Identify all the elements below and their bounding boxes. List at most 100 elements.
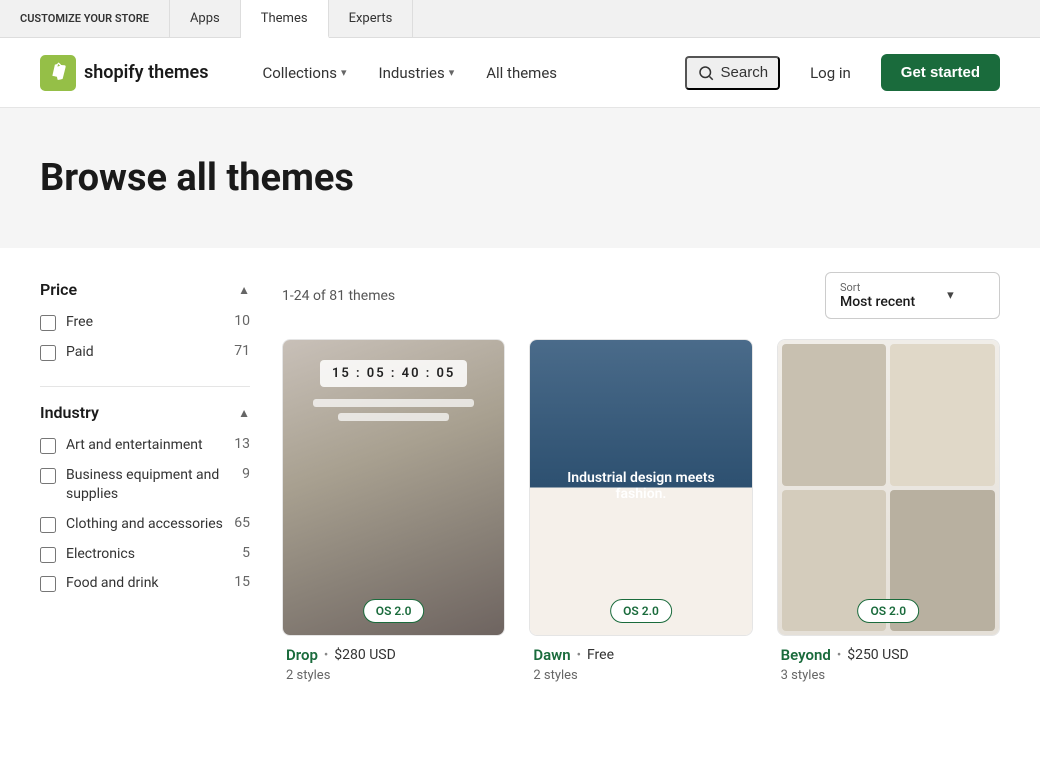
nav-industries[interactable]: Industries ▾ bbox=[365, 56, 469, 90]
theme-title-row-drop: Drop • $280 USD bbox=[286, 646, 501, 664]
industry-filter-header[interactable]: Industry ▲ bbox=[40, 403, 250, 422]
search-button[interactable]: Search bbox=[685, 56, 781, 90]
theme-image-drop: 15 : 05 : 40 : 05 bbox=[283, 340, 504, 635]
collections-chevron-icon: ▾ bbox=[341, 66, 347, 79]
dawn-content: Industrial design meets fashion. bbox=[530, 454, 751, 522]
nav-collections[interactable]: Collections ▾ bbox=[248, 56, 360, 90]
paid-checkbox[interactable] bbox=[40, 345, 56, 361]
filter-item-clothing[interactable]: Clothing and accessories 65 bbox=[40, 515, 250, 535]
filter-item-electronics[interactable]: Electronics 5 bbox=[40, 545, 250, 565]
electronics-checkbox[interactable] bbox=[40, 547, 56, 563]
theme-name-beyond[interactable]: Beyond bbox=[781, 646, 831, 664]
topbar-item-customize[interactable]: CUSTOMIZE YOUR STORE bbox=[0, 0, 170, 37]
sort-inner: Sort Most recent bbox=[840, 281, 915, 310]
food-count: 15 bbox=[234, 574, 250, 590]
theme-price-dawn: Free bbox=[587, 647, 614, 663]
sort-value: Most recent bbox=[840, 294, 915, 310]
timer-display: 15 : 05 : 40 : 05 bbox=[320, 360, 467, 387]
text-decoration-1 bbox=[313, 399, 474, 407]
login-button[interactable]: Log in bbox=[796, 56, 865, 90]
header-actions: Search Log in Get started bbox=[685, 54, 1000, 91]
business-checkbox[interactable] bbox=[40, 468, 56, 484]
theme-image-wrap-beyond: OS 2.0 bbox=[777, 339, 1000, 636]
dawn-tagline: Industrial design meets fashion. bbox=[546, 470, 735, 502]
hero-section: Browse all themes bbox=[0, 108, 1040, 248]
food-checkbox[interactable] bbox=[40, 576, 56, 592]
shopify-logo-icon bbox=[40, 55, 76, 91]
filter-item-food[interactable]: Food and drink 15 bbox=[40, 574, 250, 594]
clothing-checkbox[interactable] bbox=[40, 517, 56, 533]
site-header: shopify themes Collections ▾ Industries … bbox=[0, 38, 1040, 108]
sort-dropdown[interactable]: Sort Most recent ▾ bbox=[825, 272, 1000, 319]
sidebar-divider bbox=[40, 386, 250, 387]
topbar-item-themes[interactable]: Themes bbox=[241, 0, 329, 38]
page-title: Browse all themes bbox=[40, 156, 1000, 200]
sort-label: Sort bbox=[840, 281, 915, 294]
theme-title-row-beyond: Beyond • $250 USD bbox=[781, 646, 996, 664]
main-content: Price ▲ Free 10 Paid 71 Industry ▲ bbox=[0, 248, 1040, 711]
filter-item-free[interactable]: Free 10 bbox=[40, 313, 250, 333]
art-count: 13 bbox=[234, 436, 250, 452]
top-bar: CUSTOMIZE YOUR STORE Apps Themes Experts bbox=[0, 0, 1040, 38]
topbar-item-experts[interactable]: Experts bbox=[329, 0, 414, 37]
filter-item-business[interactable]: Business equipment and supplies 9 bbox=[40, 466, 250, 505]
main-nav: Collections ▾ Industries ▾ All themes bbox=[248, 56, 684, 90]
os-badge-dawn: OS 2.0 bbox=[610, 599, 672, 623]
theme-image-wrap-dawn: Industrial design meets fashion. OS 2.0 bbox=[529, 339, 752, 636]
theme-image-beyond bbox=[778, 340, 999, 635]
theme-card-beyond[interactable]: OS 2.0 Beyond • $250 USD 3 styles bbox=[777, 339, 1000, 687]
sort-chevron-icon: ▾ bbox=[947, 288, 954, 303]
business-count: 9 bbox=[242, 466, 250, 482]
theme-info-drop: Drop • $280 USD 2 styles bbox=[282, 636, 505, 687]
food-label: Food and drink bbox=[66, 574, 224, 594]
nav-all-themes[interactable]: All themes bbox=[472, 56, 571, 90]
topbar-item-apps[interactable]: Apps bbox=[170, 0, 241, 37]
theme-styles-beyond: 3 styles bbox=[781, 668, 996, 683]
theme-image-dawn: Industrial design meets fashion. bbox=[530, 340, 751, 635]
price-filter-section: Price ▲ Free 10 Paid 71 bbox=[40, 280, 250, 362]
theme-info-beyond: Beyond • $250 USD 3 styles bbox=[777, 636, 1000, 687]
filter-item-paid[interactable]: Paid 71 bbox=[40, 343, 250, 363]
logo-text: shopify themes bbox=[84, 62, 208, 83]
price-dot-drop: • bbox=[324, 648, 328, 663]
theme-card-dawn[interactable]: Industrial design meets fashion. OS 2.0 … bbox=[529, 339, 752, 687]
paid-count: 71 bbox=[234, 343, 250, 359]
electronics-label: Electronics bbox=[66, 545, 232, 565]
themes-count: 1-24 of 81 themes bbox=[282, 288, 395, 304]
art-label: Art and entertainment bbox=[66, 436, 224, 456]
beyond-cell-2 bbox=[890, 344, 995, 486]
industries-chevron-icon: ▾ bbox=[449, 66, 455, 79]
get-started-button[interactable]: Get started bbox=[881, 54, 1000, 91]
theme-styles-drop: 2 styles bbox=[286, 668, 501, 683]
os-badge-beyond: OS 2.0 bbox=[857, 599, 919, 623]
beyond-cell-1 bbox=[782, 344, 887, 486]
theme-name-drop[interactable]: Drop bbox=[286, 646, 318, 664]
logo-link[interactable]: shopify themes bbox=[40, 55, 208, 91]
electronics-count: 5 bbox=[242, 545, 250, 561]
paid-label: Paid bbox=[66, 343, 224, 363]
themes-area: 1-24 of 81 themes Sort Most recent ▾ 15 … bbox=[282, 272, 1000, 687]
filter-item-art[interactable]: Art and entertainment 13 bbox=[40, 436, 250, 456]
free-checkbox[interactable] bbox=[40, 315, 56, 331]
clothing-count: 65 bbox=[234, 515, 250, 531]
theme-title-row-dawn: Dawn • Free bbox=[533, 646, 748, 664]
theme-name-dawn[interactable]: Dawn bbox=[533, 646, 570, 664]
price-dot-dawn: • bbox=[577, 648, 581, 663]
themes-grid: 15 : 05 : 40 : 05 OS 2.0 Drop • $280 USD… bbox=[282, 339, 1000, 687]
theme-card-drop[interactable]: 15 : 05 : 40 : 05 OS 2.0 Drop • $280 USD… bbox=[282, 339, 505, 687]
free-label: Free bbox=[66, 313, 224, 333]
theme-image-wrap-drop: 15 : 05 : 40 : 05 OS 2.0 bbox=[282, 339, 505, 636]
price-filter-header[interactable]: Price ▲ bbox=[40, 280, 250, 299]
themes-toolbar: 1-24 of 81 themes Sort Most recent ▾ bbox=[282, 272, 1000, 319]
theme-styles-dawn: 2 styles bbox=[533, 668, 748, 683]
os-badge-drop: OS 2.0 bbox=[363, 599, 425, 623]
art-checkbox[interactable] bbox=[40, 438, 56, 454]
clothing-label: Clothing and accessories bbox=[66, 515, 224, 535]
theme-info-dawn: Dawn • Free 2 styles bbox=[529, 636, 752, 687]
price-dot-beyond: • bbox=[837, 648, 841, 663]
text-decoration-2 bbox=[338, 413, 449, 421]
search-icon bbox=[697, 64, 715, 82]
price-chevron-icon: ▲ bbox=[238, 283, 250, 297]
industry-chevron-icon: ▲ bbox=[238, 406, 250, 420]
business-label: Business equipment and supplies bbox=[66, 466, 232, 505]
